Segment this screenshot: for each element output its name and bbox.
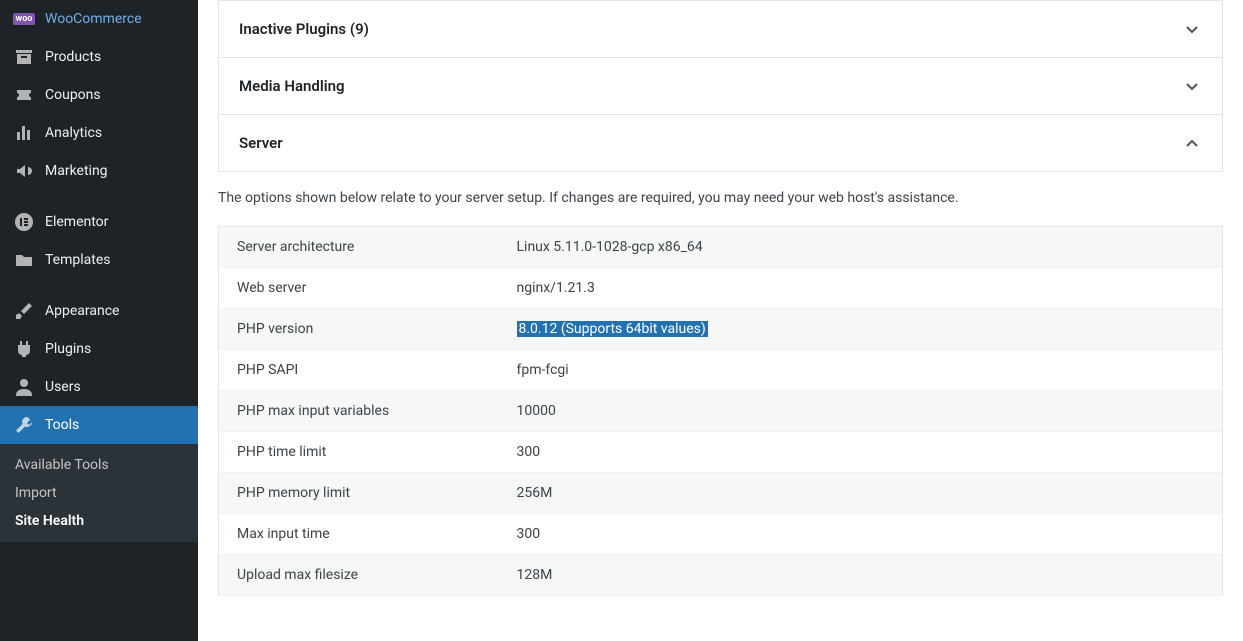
folder-icon <box>13 250 35 270</box>
sidebar-item-label: Appearance <box>45 303 119 319</box>
row-value: 10000 <box>499 391 1223 432</box>
table-row: Max input time300 <box>219 514 1223 555</box>
sidebar-item-appearance[interactable]: Appearance <box>0 292 198 330</box>
sidebar-item-label: Templates <box>45 252 111 268</box>
table-row: Server architectureLinux 5.11.0-1028-gcp… <box>219 227 1223 268</box>
chevron-up-icon <box>1182 133 1202 153</box>
sidebar-item-plugins[interactable]: Plugins <box>0 330 198 368</box>
user-icon <box>13 377 35 397</box>
server-info-table: Server architectureLinux 5.11.0-1028-gcp… <box>218 226 1223 596</box>
woo-icon: woo <box>13 9 35 29</box>
table-row: PHP version 8.0.12 (Supports 64bit values… <box>219 309 1223 350</box>
megaphone-icon <box>13 161 35 181</box>
row-label: Upload max filesize <box>219 555 499 596</box>
row-value: 8.0.12 (Supports 64bit values) <box>499 309 1223 350</box>
sidebar-item-label: Products <box>45 49 101 65</box>
row-value: 300 <box>499 514 1223 555</box>
row-label: PHP time limit <box>219 432 499 473</box>
row-label: PHP max input variables <box>219 391 499 432</box>
highlighted-value: 8.0.12 (Supports 64bit values) <box>517 321 708 337</box>
chevron-down-icon <box>1182 76 1202 96</box>
row-label: Web server <box>219 268 499 309</box>
sidebar-item-coupons[interactable]: Coupons <box>0 76 198 114</box>
menu-separator <box>0 279 198 292</box>
sidebar-item-label: Elementor <box>45 214 108 230</box>
table-row: PHP time limit300 <box>219 432 1223 473</box>
chevron-down-icon <box>1182 19 1202 39</box>
accordion-title: Server <box>239 134 283 152</box>
row-label: Server architecture <box>219 227 499 268</box>
sidebar-item-woocommerce[interactable]: woo WooCommerce <box>0 0 198 38</box>
sidebar-item-products[interactable]: Products <box>0 38 198 76</box>
table-row: PHP SAPIfpm-fcgi <box>219 350 1223 391</box>
admin-sidebar: woo WooCommerce Products Coupons Analyti… <box>0 0 198 641</box>
brush-icon <box>13 301 35 321</box>
sidebar-item-label: Users <box>45 379 81 395</box>
accordion-title: Inactive Plugins (9) <box>239 20 369 38</box>
table-row: PHP memory limit256M <box>219 473 1223 514</box>
sidebar-item-label: Tools <box>45 417 79 433</box>
accordion-media-handling[interactable]: Media Handling <box>219 58 1222 115</box>
row-label: PHP memory limit <box>219 473 499 514</box>
row-value: Linux 5.11.0-1028-gcp x86_64 <box>499 227 1223 268</box>
sidebar-item-label: Plugins <box>45 341 91 357</box>
table-row: PHP max input variables10000 <box>219 391 1223 432</box>
server-description: The options shown below relate to your s… <box>218 190 1223 206</box>
archive-icon <box>13 47 35 67</box>
row-value: 256M <box>499 473 1223 514</box>
sidebar-item-label: WooCommerce <box>45 11 142 27</box>
row-value: nginx/1.21.3 <box>499 268 1223 309</box>
sidebar-item-elementor[interactable]: Elementor <box>0 203 198 241</box>
accordion-title: Media Handling <box>239 77 345 95</box>
table-row: Upload max filesize128M <box>219 555 1223 596</box>
row-value: 300 <box>499 432 1223 473</box>
row-label: Max input time <box>219 514 499 555</box>
ticket-icon <box>13 85 35 105</box>
accordion-server[interactable]: Server <box>219 115 1222 171</box>
row-label: PHP version <box>219 309 499 350</box>
menu-separator <box>0 190 198 203</box>
plugin-icon <box>13 339 35 359</box>
server-panel: The options shown below relate to your s… <box>218 172 1223 614</box>
row-value: 128M <box>499 555 1223 596</box>
submenu-site-health[interactable]: Site Health <box>0 507 198 535</box>
submenu-available-tools[interactable]: Available Tools <box>0 451 198 479</box>
elementor-icon <box>13 212 35 232</box>
sidebar-item-marketing[interactable]: Marketing <box>0 152 198 190</box>
sidebar-item-analytics[interactable]: Analytics <box>0 114 198 152</box>
sidebar-item-users[interactable]: Users <box>0 368 198 406</box>
sidebar-item-tools[interactable]: Tools <box>0 406 198 444</box>
sidebar-item-label: Analytics <box>45 125 102 141</box>
sidebar-item-label: Coupons <box>45 87 101 103</box>
chart-bar-icon <box>13 123 35 143</box>
submenu-import[interactable]: Import <box>0 479 198 507</box>
sidebar-item-templates[interactable]: Templates <box>0 241 198 279</box>
sidebar-item-label: Marketing <box>45 163 108 179</box>
tools-submenu: Available Tools Import Site Health <box>0 444 198 542</box>
accordion-inactive-plugins[interactable]: Inactive Plugins (9) <box>219 1 1222 58</box>
row-value: fpm-fcgi <box>499 350 1223 391</box>
main-content: Inactive Plugins (9) Media Handling Serv… <box>198 0 1243 641</box>
table-row: Web servernginx/1.21.3 <box>219 268 1223 309</box>
site-health-accordion: Inactive Plugins (9) Media Handling Serv… <box>218 0 1223 172</box>
row-label: PHP SAPI <box>219 350 499 391</box>
wrench-icon <box>13 415 35 435</box>
